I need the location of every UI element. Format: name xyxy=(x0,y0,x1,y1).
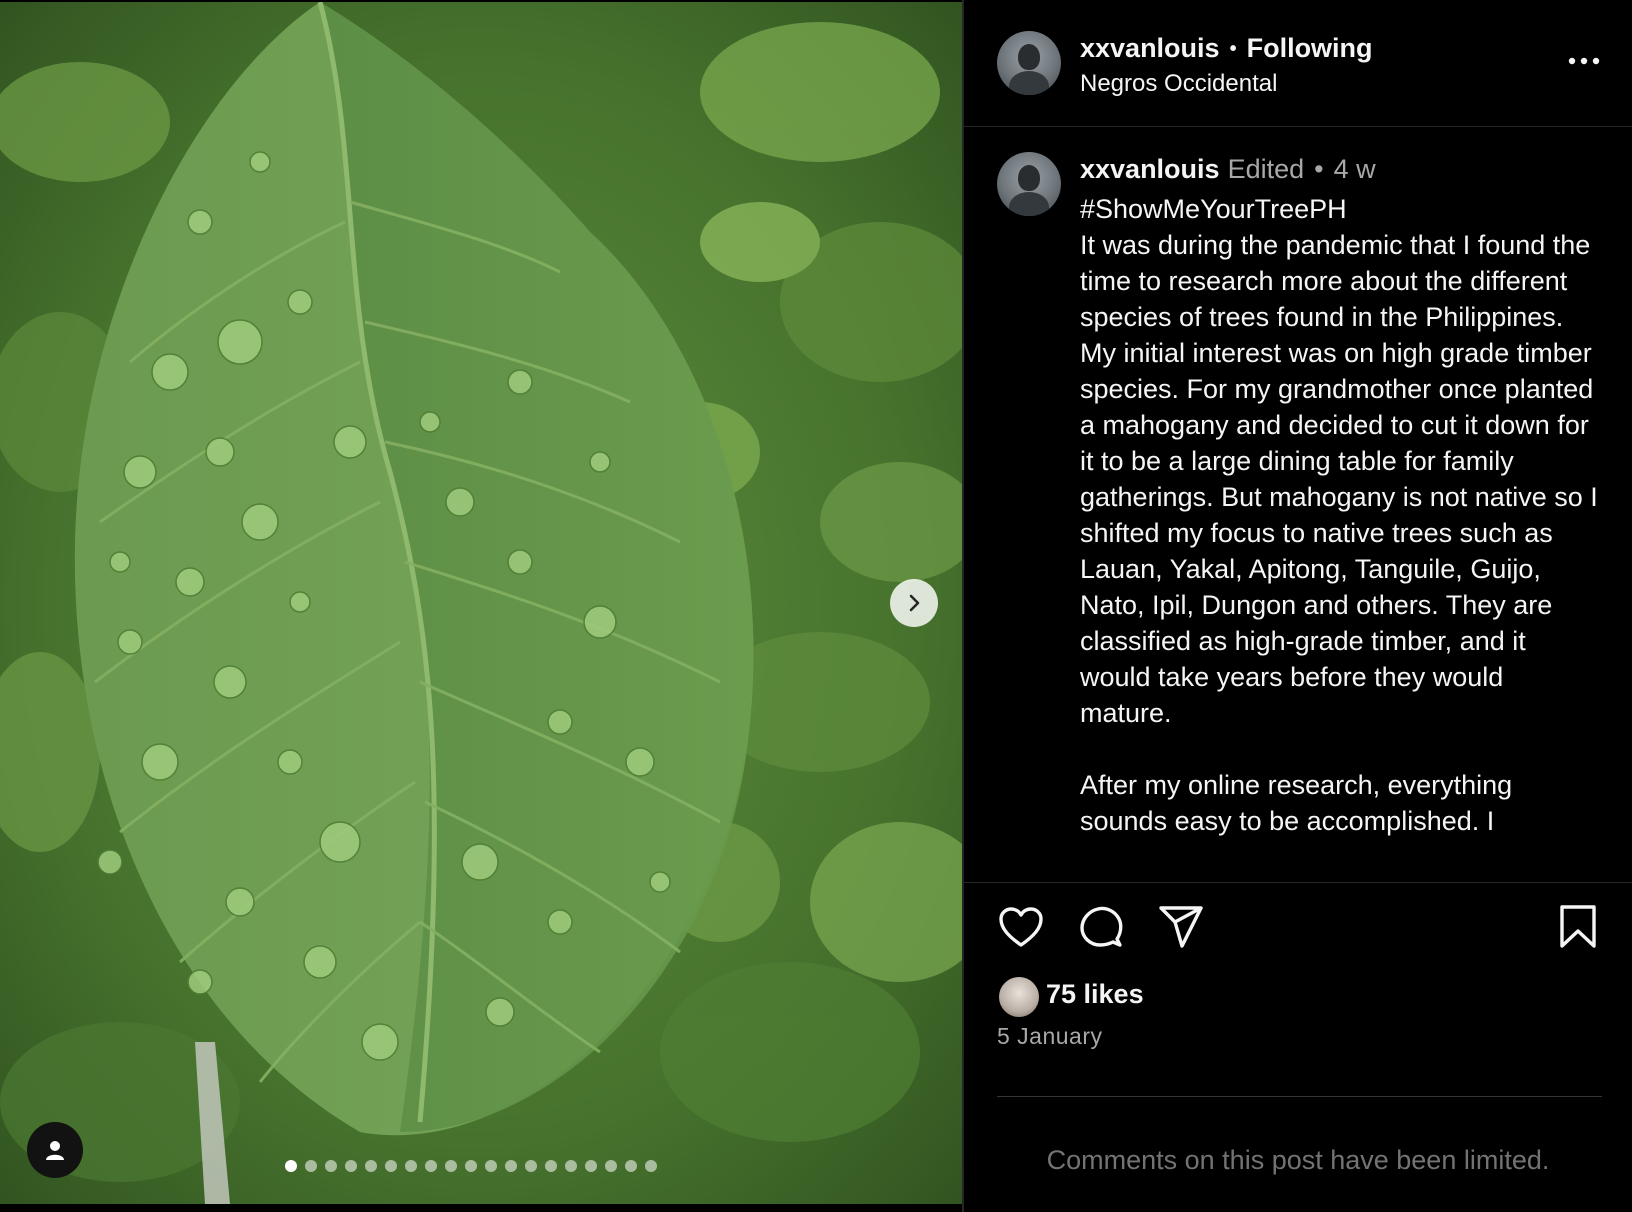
share-button[interactable] xyxy=(1157,903,1205,951)
post-viewer: xxvanlouis • Following Negros Occidental x… xyxy=(0,0,1632,1212)
caption-author-avatar[interactable] xyxy=(997,152,1061,216)
caption-username[interactable]: xxvanlouis xyxy=(1080,154,1220,184)
comment-button[interactable] xyxy=(1077,903,1125,951)
post-header: xxvanlouis • Following Negros Occidental xyxy=(964,0,1632,127)
tagged-users-button[interactable] xyxy=(27,1122,83,1178)
save-button[interactable] xyxy=(1554,903,1602,951)
comments-limited-notice: Comments on this post have been limited. xyxy=(1046,1145,1550,1175)
carousel-dot xyxy=(305,1160,317,1172)
edited-label: Edited xyxy=(1227,154,1305,184)
carousel-dot xyxy=(445,1160,457,1172)
carousel-dot xyxy=(325,1160,337,1172)
carousel-dot xyxy=(565,1160,577,1172)
caption-text: #ShowMeYourTreePH It was during the pand… xyxy=(1080,194,1598,836)
chevron-right-icon xyxy=(909,594,920,612)
carousel-dot xyxy=(585,1160,597,1172)
carousel-dot xyxy=(385,1160,397,1172)
carousel-dot xyxy=(645,1160,657,1172)
likes-count[interactable]: 75 likes xyxy=(1046,979,1144,1010)
author-avatar[interactable] xyxy=(997,31,1061,95)
carousel-dot xyxy=(465,1160,477,1172)
separator-dot: • xyxy=(1314,154,1324,184)
more-options-button[interactable] xyxy=(1564,46,1604,76)
carousel-dot xyxy=(425,1160,437,1172)
leaf-photo xyxy=(0,2,962,1204)
bookmark-icon xyxy=(1560,905,1596,948)
follow-status-button[interactable]: Following xyxy=(1247,33,1373,63)
post-actions: 75 likes 5 January Comments on this post… xyxy=(964,882,1632,1212)
divider xyxy=(997,1096,1602,1097)
carousel-dot xyxy=(405,1160,417,1172)
carousel-dot xyxy=(625,1160,637,1172)
caption-section: xxvanlouis Edited • 4 w #ShowMeYourTreePH I… xyxy=(964,127,1632,881)
post-location[interactable]: Negros Occidental xyxy=(1080,70,1277,98)
post-details-panel: xxvanlouis • Following Negros Occidental x… xyxy=(962,0,1632,1212)
heart-icon xyxy=(999,907,1043,947)
post-date: 5 January xyxy=(997,1023,1103,1049)
person-icon xyxy=(46,1141,64,1160)
liker-avatar[interactable] xyxy=(997,975,1041,1019)
carousel-dot xyxy=(605,1160,617,1172)
carousel-dot xyxy=(365,1160,377,1172)
separator-dot: • xyxy=(1229,38,1237,61)
author-username[interactable]: xxvanlouis xyxy=(1080,33,1220,63)
comment-bubble-icon xyxy=(1080,906,1123,947)
post-media xyxy=(0,2,962,1204)
carousel-dot xyxy=(485,1160,497,1172)
carousel-dot xyxy=(525,1160,537,1172)
author-line: xxvanlouis • Following xyxy=(1080,33,1373,64)
paper-plane-icon xyxy=(1159,906,1203,948)
carousel-dot xyxy=(505,1160,517,1172)
more-horizontal-icon xyxy=(1568,57,1600,65)
carousel-dot xyxy=(345,1160,357,1172)
post-time-ago: 4 w xyxy=(1333,154,1376,184)
carousel-dot xyxy=(285,1160,297,1172)
next-image-button[interactable] xyxy=(890,579,938,627)
carousel-indicator xyxy=(285,1160,657,1172)
carousel-dot xyxy=(545,1160,557,1172)
like-button[interactable] xyxy=(997,903,1045,951)
caption-meta: xxvanlouis Edited • 4 w xyxy=(1080,154,1376,185)
